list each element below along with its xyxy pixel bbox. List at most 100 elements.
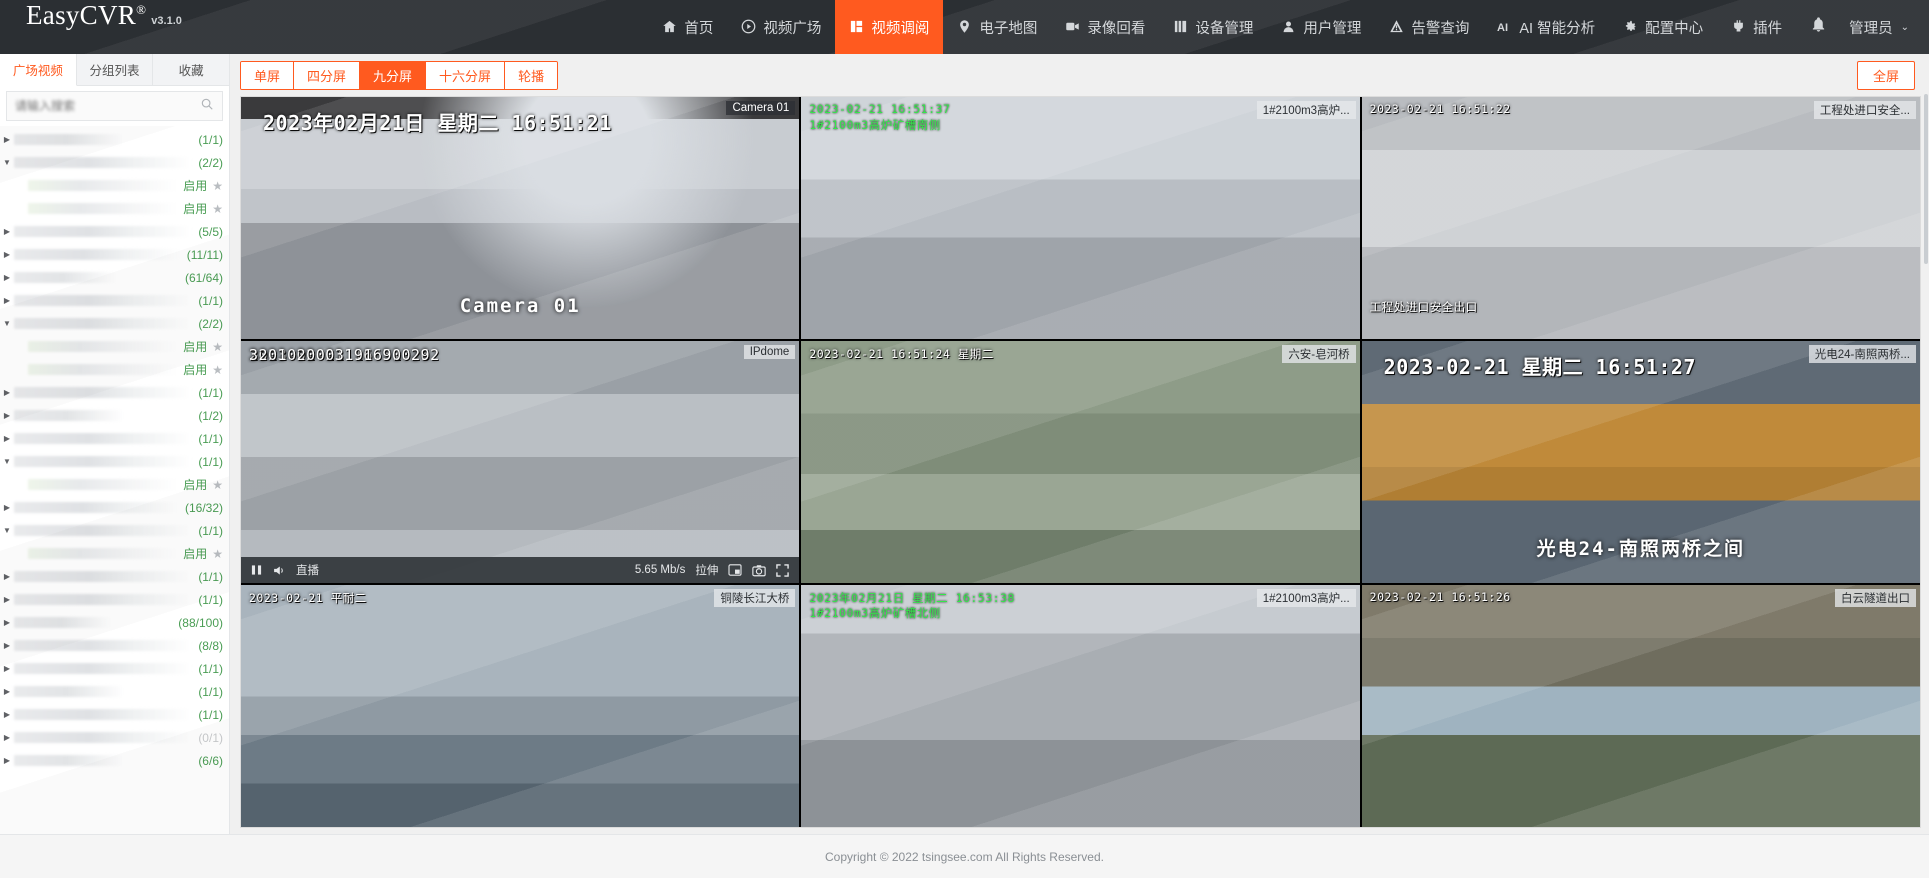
chevron-right-icon[interactable]: ▶ (0, 733, 14, 742)
tree-group-item[interactable]: ▼(1/1) (0, 519, 229, 542)
chevron-right-icon[interactable]: ▶ (0, 273, 14, 282)
tree-group-item[interactable]: ▶(61/64) (0, 266, 229, 289)
video-tile-4[interactable]: 2023-02-21 16:51:2632010200031916900292I… (241, 341, 799, 583)
device-tree[interactable]: ▶(1/1)▼(2/2)启用★启用★▶(5/5)▶(11/11)▶(61/64)… (0, 126, 229, 834)
tree-group-item[interactable]: ▶(1/1) (0, 427, 229, 450)
tree-group-item[interactable]: ▶(5/5) (0, 220, 229, 243)
nav-item-8[interactable]: 告警查询 (1375, 0, 1483, 54)
chevron-right-icon[interactable]: ▶ (0, 296, 14, 305)
tree-leaf-item[interactable]: 启用★ (0, 335, 229, 358)
nav-item-7[interactable]: 用户管理 (1267, 0, 1375, 54)
user-menu-button[interactable]: 管理员 ⌄ (1841, 0, 1929, 54)
tree-group-item[interactable]: ▶(1/1) (0, 680, 229, 703)
video-tile-7[interactable]: 2023-02-21 平耐二铜陵长江大桥 (241, 585, 799, 827)
video-tile-1[interactable]: 2023年02月21日 星期二 16:51:21Camera 01Camera … (241, 97, 799, 339)
chevron-right-icon[interactable]: ▶ (0, 641, 14, 650)
tree-group-item[interactable]: ▶(88/100) (0, 611, 229, 634)
nav-item-11[interactable]: 插件 (1717, 0, 1796, 54)
chevron-right-icon[interactable]: ▶ (0, 503, 14, 512)
tree-group-item[interactable]: ▶(1/1) (0, 289, 229, 312)
chevron-right-icon[interactable]: ▶ (0, 388, 14, 397)
stream-mode-label[interactable]: 直播 (296, 562, 319, 578)
notification-bell-button[interactable] (1796, 0, 1841, 54)
tree-group-item[interactable]: ▶(1/1) (0, 565, 229, 588)
chevron-right-icon[interactable]: ▶ (0, 756, 14, 765)
favorite-star-icon[interactable]: ★ (212, 179, 223, 193)
chevron-down-icon[interactable]: ▼ (0, 526, 14, 535)
video-tile-6[interactable]: 2023-02-21 星期二 16:51:27光电24-南照两桥之间光电24-南… (1362, 341, 1920, 583)
sidebar-search[interactable] (6, 91, 223, 121)
tree-leaf-item[interactable]: 启用★ (0, 473, 229, 496)
tree-group-item[interactable]: ▶(1/1) (0, 588, 229, 611)
camera-snapshot-icon[interactable] (752, 564, 766, 577)
chevron-right-icon[interactable]: ▶ (0, 135, 14, 144)
fit-mode-button[interactable]: 拉伸 (695, 562, 718, 578)
chevron-right-icon[interactable]: ▶ (0, 664, 14, 673)
app-logo[interactable]: EasyCVR® v3.1.0 (0, 0, 250, 54)
sidebar-tab-3[interactable]: 收藏 (153, 54, 229, 85)
layout-option-3[interactable]: 九分屏 (360, 62, 426, 89)
search-input[interactable] (15, 99, 200, 113)
sidebar-tab-1[interactable]: 广场视频 (0, 54, 77, 86)
favorite-star-icon[interactable]: ★ (212, 363, 223, 377)
chevron-right-icon[interactable]: ▶ (0, 411, 14, 420)
video-tile-3[interactable]: 2023-02-21 16:51:22工程处进口安全出口工程处进口安全... (1362, 97, 1920, 339)
chevron-right-icon[interactable]: ▶ (0, 250, 14, 259)
picture-in-picture-icon[interactable] (728, 564, 742, 576)
nav-item-9[interactable]: AIAI 智能分析 (1483, 0, 1609, 54)
tree-group-item[interactable]: ▶(0/1) (0, 726, 229, 749)
chevron-down-icon[interactable]: ▼ (0, 158, 14, 167)
volume-icon[interactable] (272, 564, 286, 577)
chevron-right-icon[interactable]: ▶ (0, 595, 14, 604)
chevron-down-icon[interactable]: ▼ (0, 319, 14, 328)
pause-icon[interactable] (251, 564, 262, 576)
layout-option-1[interactable]: 单屏 (241, 62, 294, 89)
tree-group-item[interactable]: ▶(11/11) (0, 243, 229, 266)
tree-group-item[interactable]: ▶(16/32) (0, 496, 229, 519)
nav-item-10[interactable]: 配置中心 (1609, 0, 1717, 54)
sidebar-tab-2[interactable]: 分组列表 (77, 54, 154, 85)
video-tile-8[interactable]: 2023年02月21日 星期二 16:53:381#2100m3高炉矿槽北侧1#… (801, 585, 1359, 827)
page-scrollbar[interactable] (1923, 54, 1929, 834)
video-tile-2[interactable]: 2023-02-21 16:51:371#2100m3高炉矿槽南侧1#2100m… (801, 97, 1359, 339)
tree-leaf-item[interactable]: 启用★ (0, 174, 229, 197)
tree-group-item[interactable]: ▶(1/2) (0, 404, 229, 427)
nav-item-3[interactable]: 视频调阅 (835, 0, 943, 54)
tree-group-item[interactable]: ▶(1/1) (0, 128, 229, 151)
chevron-right-icon[interactable]: ▶ (0, 710, 14, 719)
favorite-star-icon[interactable]: ★ (212, 202, 223, 216)
tree-group-item[interactable]: ▼(2/2) (0, 151, 229, 174)
chevron-right-icon[interactable]: ▶ (0, 434, 14, 443)
chevron-right-icon[interactable]: ▶ (0, 618, 14, 627)
favorite-star-icon[interactable]: ★ (212, 547, 223, 561)
tree-leaf-item[interactable]: 启用★ (0, 197, 229, 220)
tree-group-item[interactable]: ▶(6/6) (0, 749, 229, 772)
chevron-right-icon[interactable]: ▶ (0, 687, 14, 696)
tree-leaf-item[interactable]: 启用★ (0, 358, 229, 381)
video-tile-9[interactable]: 2023-02-21 16:51:26白云隧道出口 (1362, 585, 1920, 827)
chevron-right-icon[interactable]: ▶ (0, 227, 14, 236)
tree-group-item[interactable]: ▼(1/1) (0, 450, 229, 473)
tree-group-item[interactable]: ▶(1/1) (0, 381, 229, 404)
nav-item-6[interactable]: 设备管理 (1159, 0, 1267, 54)
tree-group-item[interactable]: ▶(1/1) (0, 703, 229, 726)
video-tile-5[interactable]: 2023-02-21 16:51:24 星期二六安-皂河桥 (801, 341, 1359, 583)
tree-group-item[interactable]: ▼(2/2) (0, 312, 229, 335)
nav-item-1[interactable]: 首页 (648, 0, 727, 54)
chevron-right-icon[interactable]: ▶ (0, 572, 14, 581)
layout-option-4[interactable]: 十六分屏 (426, 62, 505, 89)
chevron-down-icon[interactable]: ▼ (0, 457, 14, 466)
tree-leaf-item[interactable]: 启用★ (0, 542, 229, 565)
layout-option-5[interactable]: 轮播 (505, 62, 557, 89)
tree-group-item[interactable]: ▶(8/8) (0, 634, 229, 657)
nav-item-2[interactable]: 视频广场 (727, 0, 835, 54)
favorite-star-icon[interactable]: ★ (212, 340, 223, 354)
expand-icon[interactable] (776, 564, 789, 577)
search-icon[interactable] (200, 97, 214, 116)
tree-group-item[interactable]: ▶(1/1) (0, 657, 229, 680)
nav-item-4[interactable]: 电子地图 (943, 0, 1051, 54)
fullscreen-button[interactable]: 全屏 (1857, 61, 1915, 90)
favorite-star-icon[interactable]: ★ (212, 478, 223, 492)
nav-item-5[interactable]: 录像回看 (1051, 0, 1159, 54)
scrollbar-thumb[interactable] (1924, 94, 1928, 264)
